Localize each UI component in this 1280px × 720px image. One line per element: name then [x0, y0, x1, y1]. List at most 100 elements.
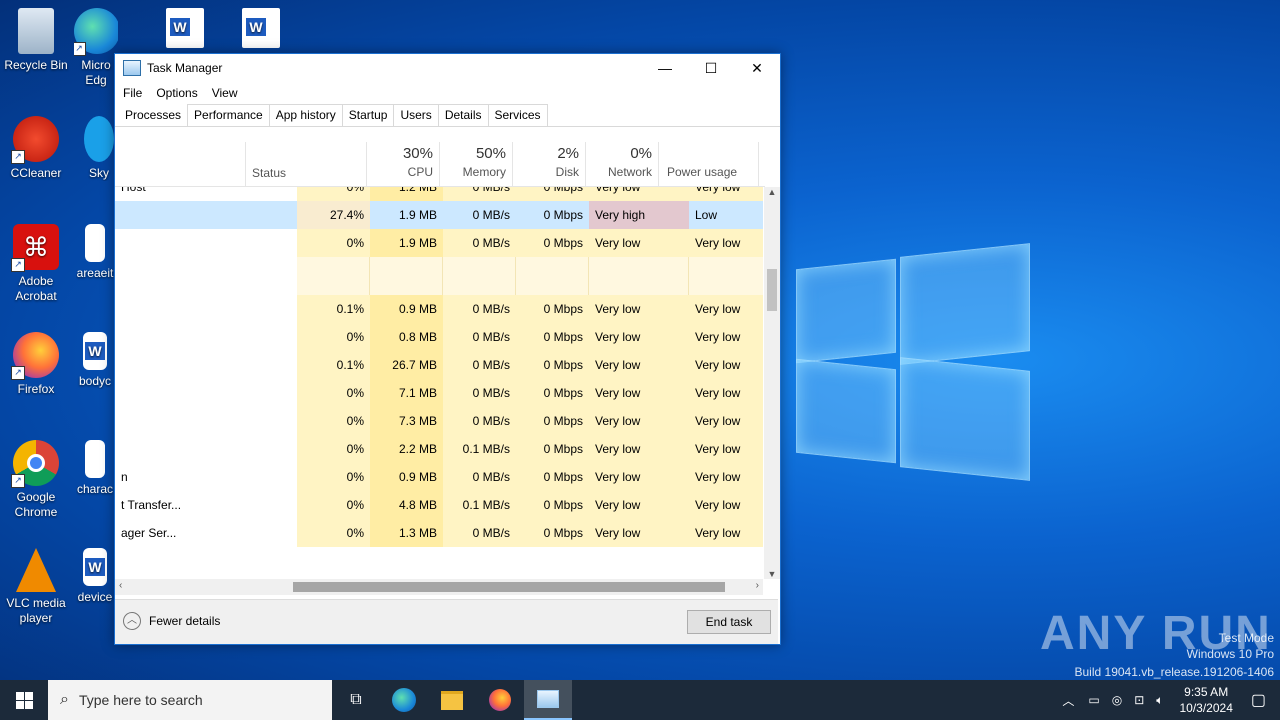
desktop-icon-adobe-acrobat[interactable]: ⌘ ↗ Adobe Acrobat: [0, 224, 72, 304]
table-row[interactable]: 0% 0.8 MB 0 MB/s 0 Mbps Very low Very low: [115, 323, 763, 351]
desktop-icon-label: device: [77, 590, 113, 604]
task-view-button[interactable]: ⧉: [332, 680, 380, 720]
table-row[interactable]: n 0% 0.9 MB 0 MB/s 0 Mbps Very low Very low: [115, 463, 763, 491]
minimize-button[interactable]: —: [642, 54, 688, 82]
folder-icon: [441, 690, 463, 710]
desktop-icon-label: areaeit: [76, 266, 114, 280]
menu-view[interactable]: View: [212, 86, 238, 100]
taskbar-edge[interactable]: [380, 680, 428, 720]
process-name: [115, 323, 297, 351]
horizontal-scrollbar[interactable]: ‹ ›: [115, 579, 763, 595]
taskbar-firefox[interactable]: [476, 680, 524, 720]
desktop-icon-areaeit[interactable]: areaeit: [76, 224, 114, 281]
desktop-icon-ccleaner[interactable]: ↗ CCleaner: [0, 116, 72, 181]
taskbar-search-box[interactable]: ⌕ Type here to search: [48, 680, 332, 720]
taskbar-task-manager[interactable]: [524, 680, 572, 720]
column-memory[interactable]: 50% Memory: [439, 142, 512, 186]
desktop-icon-skype[interactable]: Sky: [84, 116, 114, 181]
chrome-icon: ↗: [11, 440, 59, 488]
cpu-cell: 0%: [297, 187, 370, 201]
network-icon[interactable]: ⊡: [1134, 693, 1144, 707]
meet-now-icon[interactable]: ◎: [1112, 693, 1122, 707]
volume-icon[interactable]: 🔈︎: [1156, 693, 1163, 708]
tab-app-history[interactable]: App history: [268, 104, 343, 126]
table-row-selected[interactable]: 27.4% 1.9 MB 0 MB/s 0 Mbps Very high Low: [115, 201, 763, 229]
power-trend-cell: Very low: [689, 491, 763, 519]
menu-file[interactable]: File: [123, 86, 142, 100]
scroll-down-icon[interactable]: ▼: [764, 569, 780, 579]
memory-cell: 7.1 MB: [370, 379, 443, 407]
tab-performance[interactable]: Performance: [187, 104, 270, 126]
search-placeholder: Type here to search: [78, 692, 203, 708]
process-name: [115, 351, 297, 379]
column-disk[interactable]: 2% Disk: [512, 142, 585, 186]
task-manager-window[interactable]: Task Manager — ☐ ✕ File Options View Pro…: [114, 53, 781, 645]
scroll-left-icon[interactable]: ‹: [119, 580, 122, 591]
tab-details[interactable]: Details: [437, 104, 489, 126]
scroll-up-icon[interactable]: ▲: [764, 187, 780, 197]
tab-startup[interactable]: Startup: [341, 104, 395, 126]
tab-users[interactable]: Users: [393, 104, 439, 126]
maximize-button[interactable]: ☐: [688, 54, 734, 82]
column-network[interactable]: 0% Network: [585, 142, 658, 186]
taskbar-file-explorer[interactable]: [428, 680, 476, 720]
battery-icon[interactable]: ▭: [1088, 693, 1099, 707]
desktop-icon-recycle-bin[interactable]: Recycle Bin: [0, 8, 72, 73]
desktop-icon-bodyc[interactable]: W bodyc: [76, 332, 114, 389]
cpu-cell: 0%: [297, 323, 370, 351]
disk-cell: 0 MB/s: [443, 187, 516, 201]
tab-services[interactable]: Services: [487, 104, 548, 126]
table-row[interactable]: t Transfer... 0% 4.8 MB 0.1 MB/s 0 Mbps Very …: [115, 491, 763, 519]
clock-time: 9:35 AM: [1184, 685, 1229, 699]
disk-cell: 0 MB/s: [443, 407, 516, 435]
power-trend-cell: Very low: [689, 187, 763, 201]
table-row[interactable]: 0% 2.2 MB 0.1 MB/s 0 Mbps Very low Very low: [115, 435, 763, 463]
end-task-button[interactable]: End task: [687, 610, 771, 634]
ccleaner-icon: ↗: [11, 116, 59, 164]
desktop-icon-google-chrome[interactable]: ↗ Google Chrome: [0, 440, 72, 520]
desktop-icon-firefox[interactable]: ↗ Firefox: [0, 332, 72, 397]
column-cpu[interactable]: 30% CPU: [366, 142, 439, 186]
process-name: [115, 295, 297, 323]
column-status[interactable]: Status: [245, 142, 366, 186]
table-row[interactable]: 0% 7.3 MB 0 MB/s 0 Mbps Very low Very low: [115, 407, 763, 435]
desktop-icon-vlc[interactable]: VLC media player: [0, 548, 72, 626]
vertical-scrollbar[interactable]: ▲ ▼: [764, 187, 780, 579]
vertical-scroll-thumb[interactable]: [767, 269, 777, 311]
table-row[interactable]: Host 0% 1.2 MB 0 MB/s 0 Mbps Very low Ve…: [115, 187, 763, 201]
horizontal-scroll-thumb[interactable]: [293, 582, 725, 592]
watermark-build: Build 19041.vb_release.191206-1406: [1074, 665, 1275, 679]
table-row[interactable]: [115, 257, 763, 295]
table-row[interactable]: 0.1% 0.9 MB 0 MB/s 0 Mbps Very low Very low: [115, 295, 763, 323]
column-power-usage[interactable]: Power usage: [658, 142, 758, 186]
table-row[interactable]: 0.1% 26.7 MB 0 MB/s 0 Mbps Very low Very low: [115, 351, 763, 379]
process-name: ager Ser...: [121, 526, 177, 540]
power-cell: Very low: [589, 435, 689, 463]
show-hidden-icons-chevron-icon[interactable]: ︿: [1062, 692, 1074, 709]
table-row[interactable]: 0% 1.9 MB 0 MB/s 0 Mbps Very low Very lo…: [115, 229, 763, 257]
title-bar[interactable]: Task Manager — ☐ ✕: [115, 54, 780, 82]
fewer-details-button[interactable]: ︿ Fewer details: [123, 612, 220, 630]
table-row[interactable]: ager Ser... 0% 1.3 MB 0 MB/s 0 Mbps Very low V…: [115, 519, 763, 547]
desktop-icon-word-doc[interactable]: W: [236, 8, 286, 52]
process-list[interactable]: Host 0% 1.2 MB 0 MB/s 0 Mbps Very low Ve…: [115, 187, 763, 579]
tab-processes[interactable]: Processes: [118, 104, 189, 126]
desktop-icon-label: Sky: [88, 166, 109, 180]
desktop-icon-edge[interactable]: ↗ Micro Edg: [74, 8, 118, 88]
scroll-right-icon[interactable]: ›: [756, 580, 759, 591]
network-cell: 0 Mbps: [516, 201, 589, 229]
start-button[interactable]: [0, 680, 48, 720]
notification-center-icon[interactable]: ▢: [1251, 690, 1266, 710]
task-view-icon: ⧉: [350, 691, 362, 708]
menu-options[interactable]: Options: [156, 86, 197, 100]
desktop-icon-label: bodyc: [78, 374, 112, 388]
column-power-trend[interactable]: Po: [758, 142, 767, 186]
disk-cell: 0 MB/s: [443, 201, 516, 229]
clock[interactable]: 9:35 AM 10/3/2024: [1179, 684, 1232, 716]
table-row[interactable]: 0% 7.1 MB 0 MB/s 0 Mbps Very low Very low: [115, 379, 763, 407]
desktop-icon-device[interactable]: W device: [76, 548, 114, 605]
memory-cell: 26.7 MB: [370, 351, 443, 379]
desktop-icon-charac[interactable]: charac: [76, 440, 114, 497]
desktop-icon-word-doc[interactable]: W: [160, 8, 210, 52]
close-button[interactable]: ✕: [734, 54, 780, 82]
